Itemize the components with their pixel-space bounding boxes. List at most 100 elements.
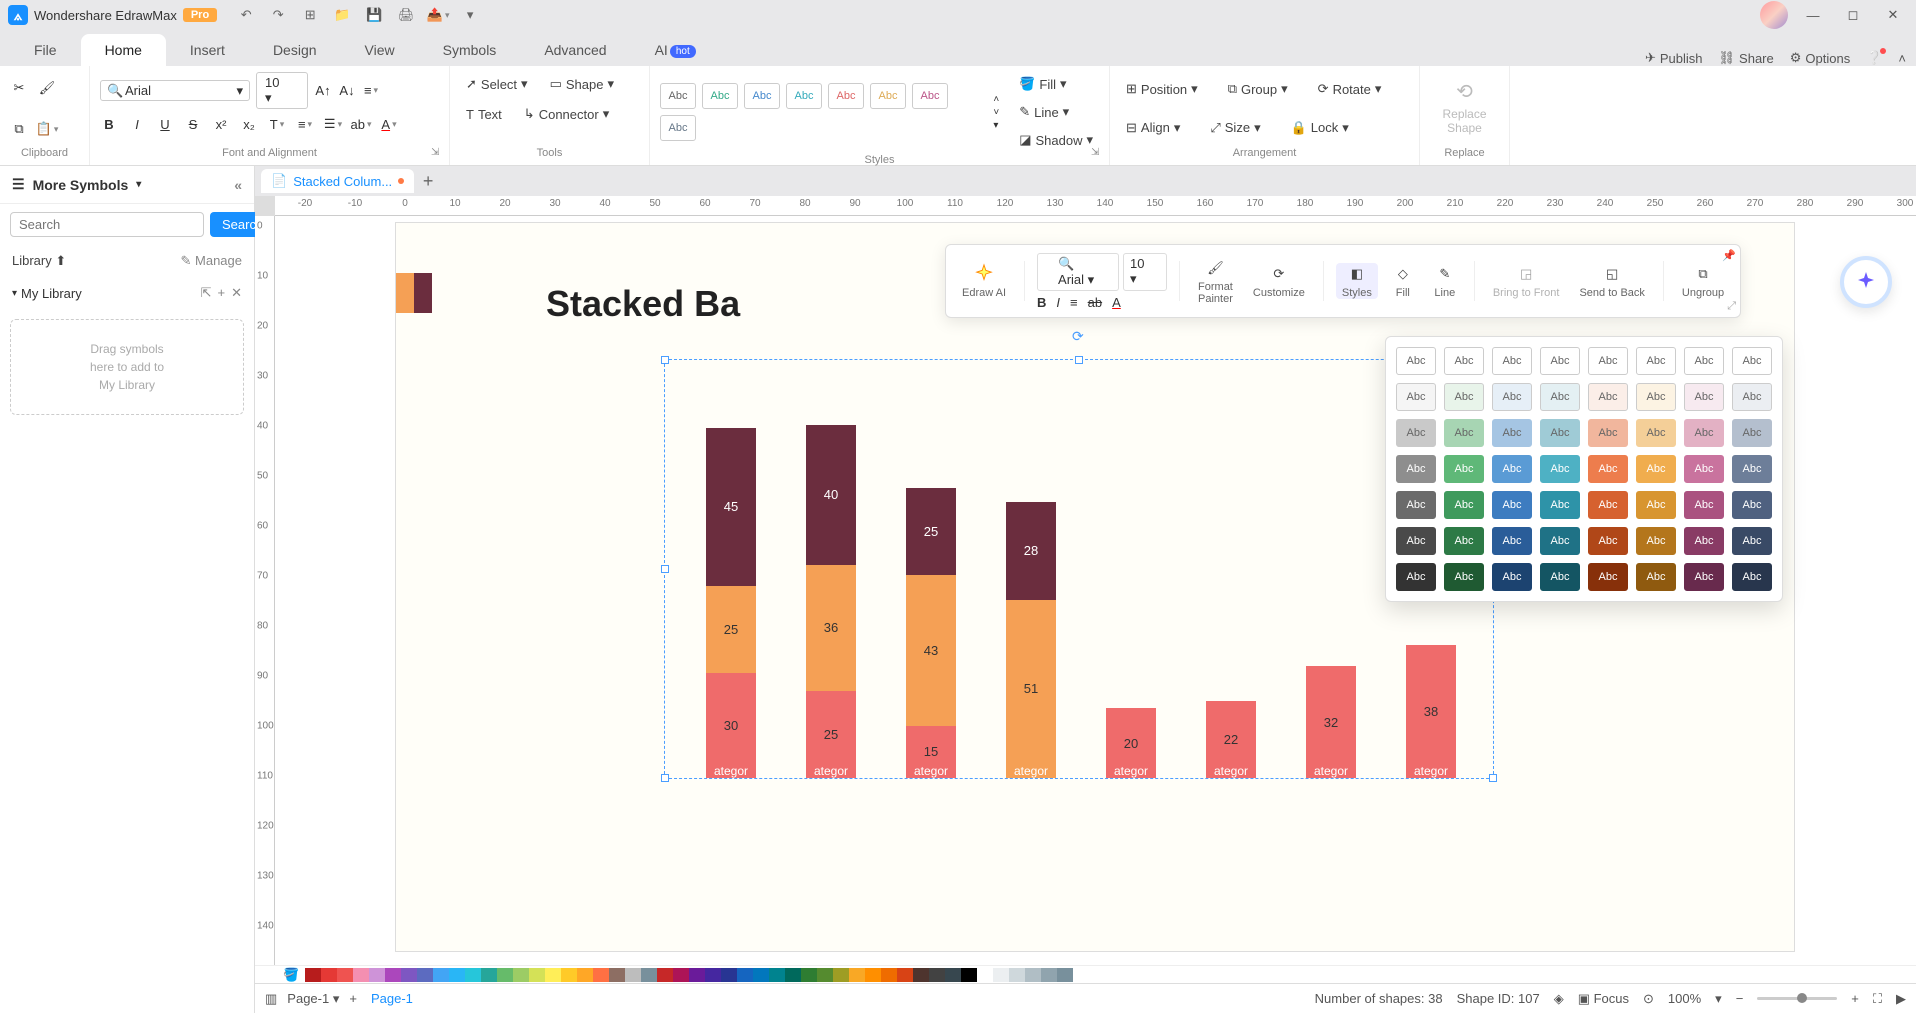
format-painter-icon[interactable]: 🖌 [38,79,56,97]
resize-handle-ml[interactable] [661,565,669,573]
new-icon[interactable]: ⊞ [301,6,319,24]
lib-add-icon[interactable]: + [218,285,226,301]
current-page-label[interactable]: Page-1 [371,991,413,1006]
bar-0-series-2[interactable]: 25 [706,586,756,674]
style-swatch-r6-c7[interactable]: Abc [1732,563,1772,591]
library-drop-zone[interactable]: Drag symbols here to add to My Library [10,319,244,415]
add-tab-button[interactable]: + [418,171,438,191]
style-swatch-r1-c4[interactable]: Abc [1588,383,1628,411]
style-swatch-r3-c6[interactable]: Abc [1684,455,1724,483]
style-swatch-r3-c0[interactable]: Abc [1396,455,1436,483]
align-button[interactable]: ⊟ Align ▾ [1120,116,1186,140]
rotate-button[interactable]: ⟳ Rotate ▾ [1312,77,1388,101]
styles-launcher-icon[interactable]: ⇲ [1091,147,1105,161]
ctx-styles[interactable]: ◧Styles [1336,263,1378,299]
font-launcher-icon[interactable]: ⇲ [431,147,445,161]
color-swatch-6[interactable] [401,968,417,982]
menu-design[interactable]: Design [249,34,341,66]
style-swatch-r2-c2[interactable]: Abc [1492,419,1532,447]
color-swatch-2[interactable] [337,968,353,982]
ctx-fill[interactable]: ◇Fill [1386,263,1420,299]
style-swatch-r4-c5[interactable]: Abc [1636,491,1676,519]
color-swatch-23[interactable] [673,968,689,982]
quick-style-8[interactable]: Abc [660,115,696,141]
bar-3-series-3[interactable]: 28 [1006,502,1056,600]
ctx-format-painter[interactable]: 🖌Format Painter [1192,257,1239,305]
text-case-icon[interactable]: ab [352,115,370,133]
color-swatch-18[interactable] [593,968,609,982]
quick-style-7[interactable]: Abc [912,83,948,109]
bar-0-series-3[interactable]: 45 [706,428,756,586]
style-swatch-r1-c7[interactable]: Abc [1732,383,1772,411]
color-swatch-40[interactable] [945,968,961,982]
open-icon[interactable]: 📁 [333,6,351,24]
superscript-icon[interactable]: x² [212,115,230,133]
connector-tool[interactable]: ↳ Connector ▾ [518,102,615,126]
color-swatch-20[interactable] [625,968,641,982]
style-swatch-r5-c4[interactable]: Abc [1588,527,1628,555]
save-icon[interactable]: 💾 [365,6,383,24]
style-swatch-r5-c2[interactable]: Abc [1492,527,1532,555]
ai-float-button[interactable] [1840,256,1892,308]
fullscreen-icon[interactable]: ⛶ [1873,991,1882,1007]
collapse-panel-icon[interactable]: « [234,177,242,193]
zoom-fit-icon[interactable]: ⊙ [1643,991,1654,1007]
chart-title[interactable]: Stacked Ba [546,283,740,325]
style-swatch-r5-c0[interactable]: Abc [1396,527,1436,555]
resize-handle-bl[interactable] [661,774,669,782]
color-swatch-5[interactable] [385,968,401,982]
color-swatch-26[interactable] [721,968,737,982]
bar-2-series-3[interactable]: 25 [906,488,956,576]
quick-style-5[interactable]: Abc [828,83,864,109]
zoom-slider[interactable] [1757,997,1837,1000]
bar-6-series-1[interactable]: 32 [1306,666,1356,778]
style-swatch-r4-c2[interactable]: Abc [1492,491,1532,519]
menu-file[interactable]: File [10,34,81,66]
style-swatch-r0-c7[interactable]: Abc [1732,347,1772,375]
style-swatch-r2-c0[interactable]: Abc [1396,419,1436,447]
style-swatch-r0-c1[interactable]: Abc [1444,347,1484,375]
style-swatch-r6-c2[interactable]: Abc [1492,563,1532,591]
style-swatch-r2-c1[interactable]: Abc [1444,419,1484,447]
subscript-icon[interactable]: x₂ [240,115,258,133]
style-swatch-r3-c7[interactable]: Abc [1732,455,1772,483]
color-swatch-7[interactable] [417,968,433,982]
ctx-customize[interactable]: ⟳Customize [1247,263,1311,299]
library-toggle[interactable]: Library ⬆ [12,253,66,269]
font-family-select[interactable]: 🔍Arial▾ [100,80,250,101]
color-swatch-47[interactable] [1057,968,1073,982]
undo-icon[interactable]: ↶ [237,6,255,24]
style-swatch-r4-c0[interactable]: Abc [1396,491,1436,519]
ctx-edraw-ai[interactable]: Edraw AI [956,263,1012,299]
underline-icon[interactable]: U [156,115,174,133]
style-swatch-r5-c5[interactable]: Abc [1636,527,1676,555]
color-swatch-22[interactable] [657,968,673,982]
text-tool[interactable]: T Text [460,102,508,126]
color-swatch-11[interactable] [481,968,497,982]
color-swatch-9[interactable] [449,968,465,982]
style-swatch-r5-c1[interactable]: Abc [1444,527,1484,555]
paste-icon[interactable]: 📋 [38,120,56,138]
bar-2-series-2[interactable]: 43 [906,575,956,726]
menu-view[interactable]: View [341,34,419,66]
menu-home[interactable]: Home [81,34,166,66]
bucket-icon[interactable]: 🪣 [283,967,299,983]
ctx-italic-icon[interactable]: I [1056,295,1060,310]
size-button[interactable]: ⤢ Size ▾ [1204,116,1266,140]
style-swatch-r2-c4[interactable]: Abc [1588,419,1628,447]
shape-tool[interactable]: ▭ Shape ▾ [544,72,620,96]
style-swatch-r3-c2[interactable]: Abc [1492,455,1532,483]
color-swatch-10[interactable] [465,968,481,982]
more-symbols-title[interactable]: More Symbols [33,177,129,193]
select-tool[interactable]: ➚ Select ▾ [460,72,534,96]
layers-icon[interactable]: ◈ [1554,991,1564,1007]
line-button[interactable]: ✎ Line ▾ [1013,100,1099,124]
style-swatch-r1-c6[interactable]: Abc [1684,383,1724,411]
style-swatch-r5-c7[interactable]: Abc [1732,527,1772,555]
bullet-icon[interactable]: ☰ [324,115,342,133]
fill-button[interactable]: 🪣 Fill ▾ [1013,72,1099,96]
style-swatch-r4-c4[interactable]: Abc [1588,491,1628,519]
color-swatch-30[interactable] [785,968,801,982]
redo-icon[interactable]: ↷ [269,6,287,24]
color-swatch-21[interactable] [641,968,657,982]
